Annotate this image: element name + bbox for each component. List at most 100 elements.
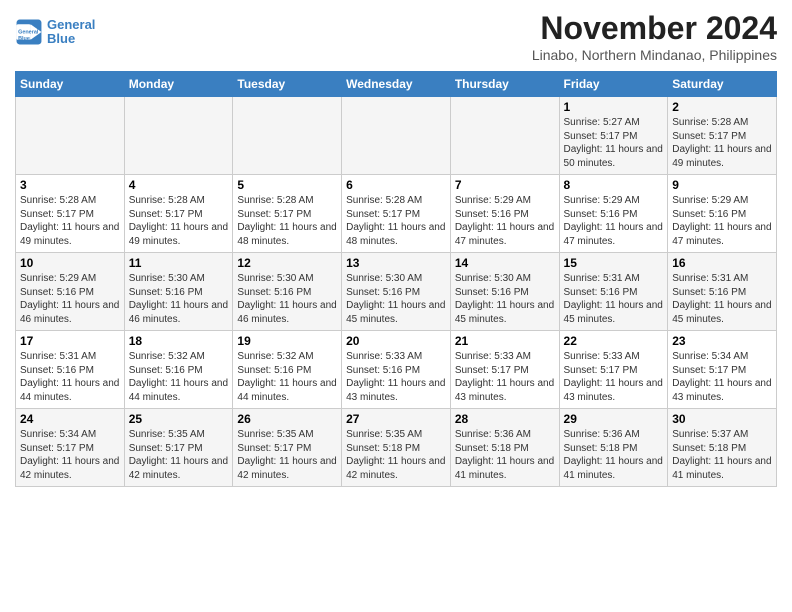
day-number: 7 — [455, 178, 555, 192]
day-info: Sunrise: 5:34 AM Sunset: 5:17 PM Dayligh… — [20, 428, 120, 482]
weekday-header-monday: Monday — [124, 72, 233, 97]
calendar-cell: 20 Sunrise: 5:33 AM Sunset: 5:16 PM Dayli… — [342, 331, 451, 409]
calendar-cell: 23 Sunrise: 5:34 AM Sunset: 5:17 PM Dayli… — [668, 331, 777, 409]
day-info: Sunrise: 5:30 AM Sunset: 5:16 PM Dayligh… — [129, 272, 229, 326]
calendar-cell: 30 Sunrise: 5:37 AM Sunset: 5:18 PM Dayli… — [668, 409, 777, 487]
day-number: 3 — [20, 178, 120, 192]
calendar-cell: 27 Sunrise: 5:35 AM Sunset: 5:18 PM Dayli… — [342, 409, 451, 487]
calendar-cell: 15 Sunrise: 5:31 AM Sunset: 5:16 PM Dayli… — [559, 253, 668, 331]
calendar-cell: 3Sunrise: 5:28 AM Sunset: 5:17 PM Daylig… — [16, 175, 125, 253]
day-info: Sunrise: 5:35 AM Sunset: 5:18 PM Dayligh… — [346, 428, 446, 482]
page-header: General Blue General Blue November 2024 … — [15, 10, 777, 63]
calendar-cell: 8 Sunrise: 5:29 AM Sunset: 5:16 PM Daylig… — [559, 175, 668, 253]
day-number: 14 — [455, 256, 555, 270]
day-info: Sunrise: 5:36 AM Sunset: 5:18 PM Dayligh… — [564, 428, 664, 482]
day-number: 12 — [237, 256, 337, 270]
calendar-cell: 7 Sunrise: 5:29 AM Sunset: 5:16 PM Daylig… — [450, 175, 559, 253]
calendar-cell: 18Sunrise: 5:32 AM Sunset: 5:16 PM Dayli… — [124, 331, 233, 409]
day-number: 1 — [564, 100, 664, 114]
day-number: 19 — [237, 334, 337, 348]
day-number: 15 — [564, 256, 664, 270]
day-info: Sunrise: 5:29 AM Sunset: 5:16 PM Dayligh… — [455, 194, 555, 248]
weekday-header-saturday: Saturday — [668, 72, 777, 97]
day-number: 10 — [20, 256, 120, 270]
day-number: 24 — [20, 412, 120, 426]
day-info: Sunrise: 5:31 AM Sunset: 5:16 PM Dayligh… — [564, 272, 664, 326]
day-number: 8 — [564, 178, 664, 192]
calendar-cell: 11 Sunrise: 5:30 AM Sunset: 5:16 PM Dayli… — [124, 253, 233, 331]
week-row-2: 3 Sunrise: 5:28 AM Sunset: 5:17 PM Daylig… — [16, 175, 777, 253]
day-info: Sunrise: 5:35 AM Sunset: 5:17 PM Dayligh… — [237, 428, 337, 482]
day-number: 20 — [346, 334, 446, 348]
calendar-cell — [124, 97, 233, 175]
logo-line2: Blue — [47, 31, 75, 46]
svg-text:Blue: Blue — [18, 36, 30, 42]
day-info: Sunrise: 5:33 AM Sunset: 5:16 PM Dayligh… — [346, 350, 446, 404]
calendar-table: SundayMondayTuesdayWednesdayThursdayFrid… — [15, 71, 777, 487]
day-info: Sunrise: 5:29 AM Sunset: 5:16 PM Dayligh… — [672, 194, 772, 248]
day-number: 17 — [20, 334, 120, 348]
calendar-cell: 12Sunrise: 5:30 AM Sunset: 5:16 PM Dayli… — [233, 253, 342, 331]
weekday-header-thursday: Thursday — [450, 72, 559, 97]
day-info: Sunrise: 5:31 AM Sunset: 5:16 PM Dayligh… — [20, 350, 120, 404]
day-info: Sunrise: 5:33 AM Sunset: 5:17 PM Dayligh… — [564, 350, 664, 404]
calendar-cell: 17 Sunrise: 5:31 AM Sunset: 5:16 PM Dayli… — [16, 331, 125, 409]
day-info: Sunrise: 5:28 AM Sunset: 5:17 PM Dayligh… — [129, 194, 229, 248]
day-number: 25 — [129, 412, 229, 426]
calendar-cell: 4Sunrise: 5:28 AM Sunset: 5:17 PM Daylig… — [124, 175, 233, 253]
calendar-cell — [342, 97, 451, 175]
calendar-cell: 19 Sunrise: 5:32 AM Sunset: 5:16 PM Dayli… — [233, 331, 342, 409]
calendar-cell: 10 Sunrise: 5:29 AM Sunset: 5:16 PM Dayli… — [16, 253, 125, 331]
day-info: Sunrise: 5:36 AM Sunset: 5:18 PM Dayligh… — [455, 428, 555, 482]
calendar-cell: 2 Sunrise: 5:28 AM Sunset: 5:17 PM Daylig… — [668, 97, 777, 175]
logo-text: General Blue — [47, 18, 95, 47]
day-number: 5 — [237, 178, 337, 192]
logo: General Blue General Blue — [15, 18, 95, 47]
day-number: 18 — [129, 334, 229, 348]
svg-text:General: General — [18, 30, 39, 36]
calendar-cell: 13 Sunrise: 5:30 AM Sunset: 5:16 PM Dayli… — [342, 253, 451, 331]
calendar-cell: 16Sunrise: 5:31 AM Sunset: 5:16 PM Dayli… — [668, 253, 777, 331]
day-number: 21 — [455, 334, 555, 348]
day-number: 6 — [346, 178, 446, 192]
day-number: 13 — [346, 256, 446, 270]
calendar-cell: 24 Sunrise: 5:34 AM Sunset: 5:17 PM Dayli… — [16, 409, 125, 487]
day-number: 9 — [672, 178, 772, 192]
week-row-5: 24 Sunrise: 5:34 AM Sunset: 5:17 PM Dayli… — [16, 409, 777, 487]
location-title: Linabo, Northern Mindanao, Philippines — [532, 47, 777, 63]
calendar-cell: 25Sunrise: 5:35 AM Sunset: 5:17 PM Dayli… — [124, 409, 233, 487]
calendar-cell: 5 Sunrise: 5:28 AM Sunset: 5:17 PM Daylig… — [233, 175, 342, 253]
day-number: 27 — [346, 412, 446, 426]
day-number: 2 — [672, 100, 772, 114]
day-info: Sunrise: 5:29 AM Sunset: 5:16 PM Dayligh… — [20, 272, 120, 326]
calendar-cell — [16, 97, 125, 175]
day-info: Sunrise: 5:32 AM Sunset: 5:16 PM Dayligh… — [237, 350, 337, 404]
day-info: Sunrise: 5:34 AM Sunset: 5:17 PM Dayligh… — [672, 350, 772, 404]
week-row-1: 1 Sunrise: 5:27 AM Sunset: 5:17 PM Daylig… — [16, 97, 777, 175]
month-title: November 2024 — [532, 10, 777, 47]
day-info: Sunrise: 5:37 AM Sunset: 5:18 PM Dayligh… — [672, 428, 772, 482]
day-number: 22 — [564, 334, 664, 348]
day-info: Sunrise: 5:27 AM Sunset: 5:17 PM Dayligh… — [564, 116, 664, 170]
day-info: Sunrise: 5:30 AM Sunset: 5:16 PM Dayligh… — [346, 272, 446, 326]
day-info: Sunrise: 5:29 AM Sunset: 5:16 PM Dayligh… — [564, 194, 664, 248]
calendar-cell — [233, 97, 342, 175]
calendar-cell: 26Sunrise: 5:35 AM Sunset: 5:17 PM Dayli… — [233, 409, 342, 487]
day-info: Sunrise: 5:28 AM Sunset: 5:17 PM Dayligh… — [237, 194, 337, 248]
day-number: 28 — [455, 412, 555, 426]
day-info: Sunrise: 5:33 AM Sunset: 5:17 PM Dayligh… — [455, 350, 555, 404]
weekday-header-row: SundayMondayTuesdayWednesdayThursdayFrid… — [16, 72, 777, 97]
day-number: 16 — [672, 256, 772, 270]
logo-icon: General Blue — [15, 18, 43, 46]
calendar-cell — [450, 97, 559, 175]
day-number: 29 — [564, 412, 664, 426]
calendar-cell: 1 Sunrise: 5:27 AM Sunset: 5:17 PM Daylig… — [559, 97, 668, 175]
calendar-cell: 28 Sunrise: 5:36 AM Sunset: 5:18 PM Dayli… — [450, 409, 559, 487]
day-number: 11 — [129, 256, 229, 270]
day-number: 30 — [672, 412, 772, 426]
logo-line1: General — [47, 17, 95, 32]
day-info: Sunrise: 5:28 AM Sunset: 5:17 PM Dayligh… — [672, 116, 772, 170]
weekday-header-tuesday: Tuesday — [233, 72, 342, 97]
day-number: 23 — [672, 334, 772, 348]
calendar-cell: 6Sunrise: 5:28 AM Sunset: 5:17 PM Daylig… — [342, 175, 451, 253]
